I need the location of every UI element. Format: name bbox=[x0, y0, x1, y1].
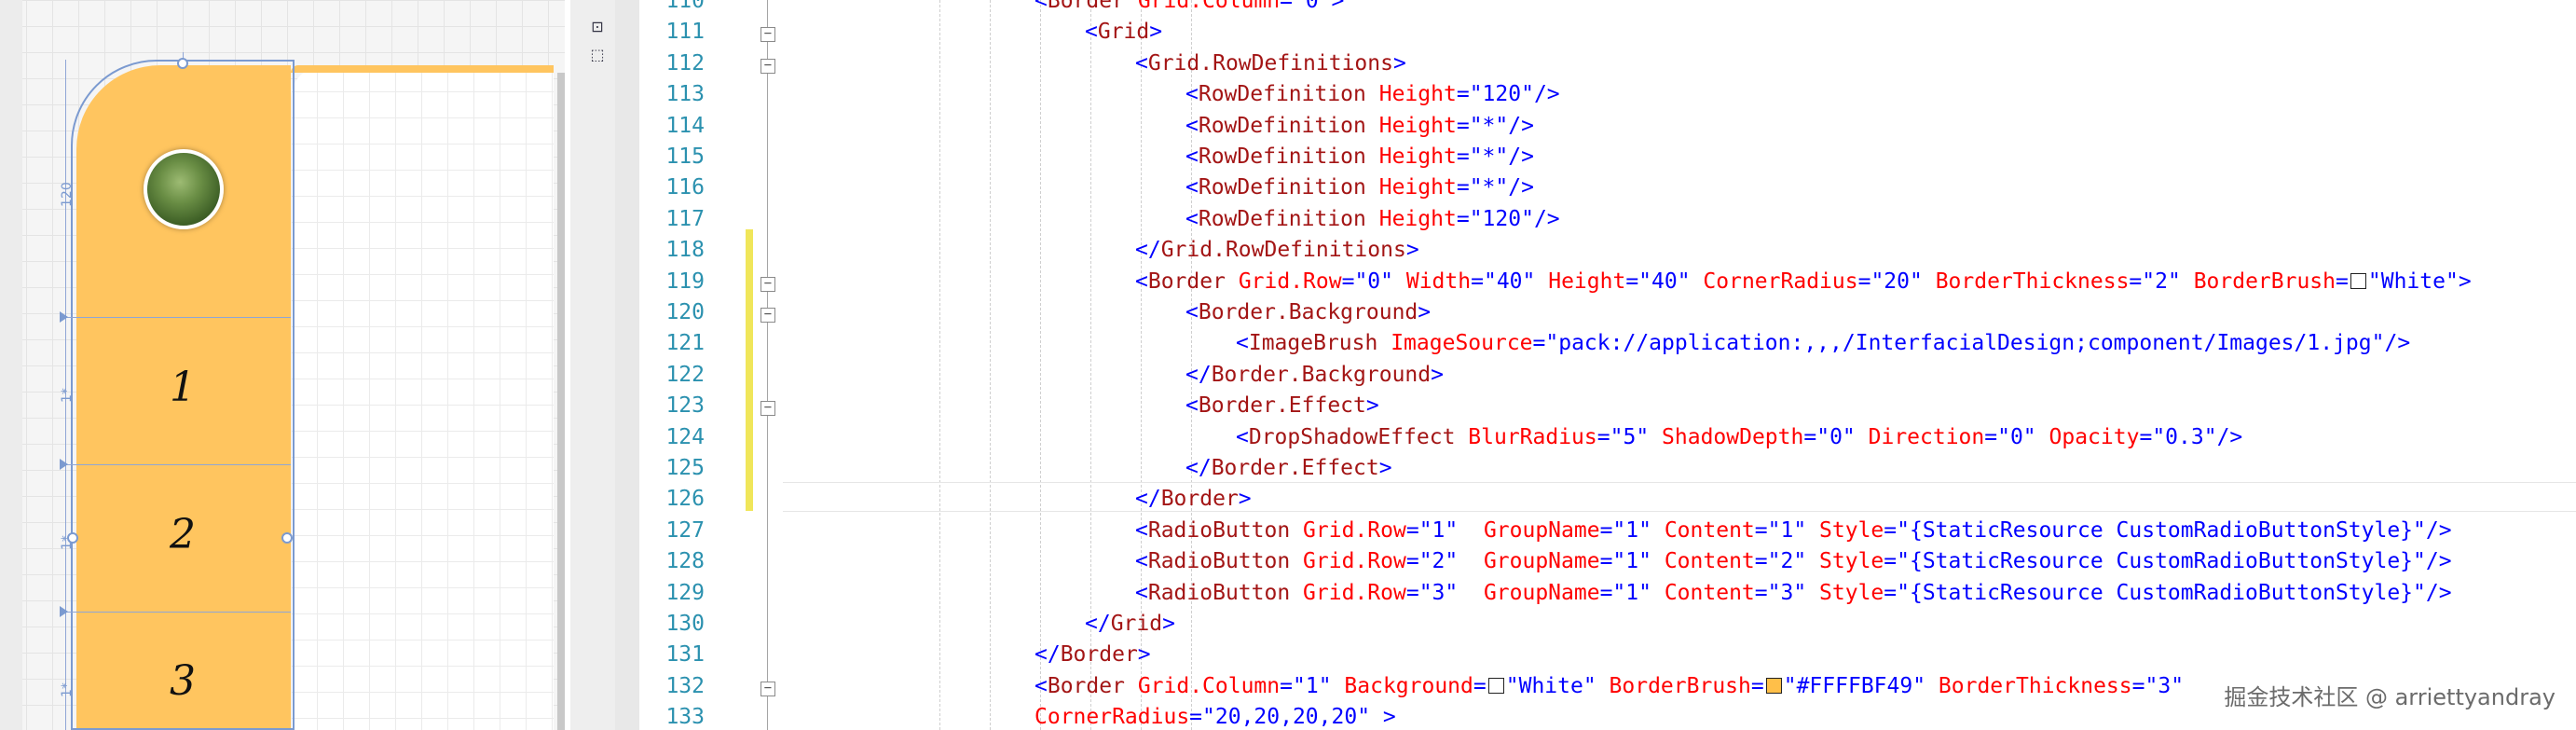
code-line[interactable]: <Grid.RowDefinitions> bbox=[1135, 51, 1406, 76]
code-line[interactable]: <Border Grid.Column="0"> bbox=[1035, 0, 1344, 13]
content-column-top-border bbox=[291, 65, 554, 73]
collapse-toggle-icon[interactable]: − bbox=[760, 401, 775, 417]
line-number: 112 bbox=[665, 50, 705, 76]
line-number: 117 bbox=[665, 206, 705, 231]
code-line[interactable]: </Grid> bbox=[1085, 612, 1175, 636]
line-number: 121 bbox=[665, 331, 705, 356]
designer-toolstrip bbox=[570, 0, 616, 730]
line-number: 130 bbox=[665, 612, 705, 636]
line-number: 133 bbox=[665, 705, 705, 730]
line-number: 114 bbox=[665, 113, 705, 138]
row-marker[interactable] bbox=[60, 606, 68, 617]
code-line[interactable]: <RowDefinition Height="*"/> bbox=[1185, 175, 1534, 200]
code-line[interactable]: <RadioButton Grid.Row="1" GroupName="1" … bbox=[1135, 518, 2452, 543]
xaml-designer-pane[interactable]: 1 2 3 120 1* 1* 1* bbox=[0, 0, 565, 730]
collapse-toggle-icon[interactable]: − bbox=[760, 308, 775, 323]
code-line[interactable]: CornerRadius="20,20,20,20" > bbox=[1035, 705, 1396, 729]
line-number: 116 bbox=[665, 175, 705, 200]
code-line[interactable]: <ImageBrush ImageSource="pack://applicat… bbox=[1236, 331, 2410, 355]
code-line[interactable]: </Border> bbox=[1135, 487, 1252, 511]
line-number: 128 bbox=[665, 549, 705, 574]
row-marker[interactable] bbox=[60, 459, 68, 470]
row-height-label: 1* bbox=[60, 388, 75, 403]
code-line[interactable]: <Border Grid.Column="1" Background= "Whit… bbox=[1035, 674, 2184, 698]
resize-handle-right[interactable] bbox=[281, 532, 293, 544]
content-column-border[interactable] bbox=[291, 65, 554, 730]
line-number: 119 bbox=[665, 269, 705, 294]
code-line[interactable]: <Border.Background> bbox=[1185, 300, 1431, 324]
code-line[interactable]: <Border Grid.Row="0" Width="40" Height="… bbox=[1135, 269, 2472, 294]
pan-icon[interactable]: ⬚ bbox=[589, 47, 606, 63]
line-number: 118 bbox=[665, 238, 705, 263]
designer-left-margin bbox=[0, 0, 22, 730]
pane-splitter[interactable] bbox=[615, 0, 639, 730]
code-line[interactable]: <Grid> bbox=[1085, 20, 1162, 44]
code-line[interactable]: </Grid.RowDefinitions> bbox=[1135, 238, 1419, 262]
collapse-toggle-icon[interactable]: − bbox=[760, 58, 775, 74]
collapse-toggle-icon[interactable]: − bbox=[760, 27, 775, 43]
line-number: 120 bbox=[665, 300, 705, 324]
designer-vertical-scrollbar[interactable] bbox=[557, 73, 565, 730]
current-line-highlight bbox=[783, 482, 2576, 512]
code-line[interactable]: </Border.Effect> bbox=[1185, 456, 1392, 480]
line-number: 131 bbox=[665, 642, 705, 668]
row-divider bbox=[63, 317, 291, 318]
line-number: 111 bbox=[665, 20, 705, 45]
indent-guide bbox=[939, 0, 940, 730]
code-line[interactable]: <DropShadowEffect BlurRadius="5" ShadowD… bbox=[1236, 425, 2242, 449]
row-height-label: 120 bbox=[60, 182, 75, 207]
collapse-toggle-icon[interactable]: − bbox=[760, 276, 775, 292]
row-height-label: 1* bbox=[60, 535, 75, 550]
indent-guide bbox=[1040, 0, 1041, 730]
indent-guide bbox=[990, 0, 991, 730]
line-number: 124 bbox=[665, 424, 705, 449]
line-number: 127 bbox=[665, 517, 705, 543]
code-line[interactable]: <RadioButton Grid.Row="3" GroupName="1" … bbox=[1135, 581, 2452, 605]
zoom-fit-icon[interactable]: ⊡ bbox=[589, 19, 606, 35]
row-divider bbox=[63, 464, 291, 465]
row-divider bbox=[63, 612, 291, 613]
line-number: 110 bbox=[665, 0, 705, 13]
line-number: 122 bbox=[665, 362, 705, 387]
outline-fold-rail bbox=[767, 0, 768, 730]
code-line[interactable]: <RowDefinition Height="*"/> bbox=[1185, 114, 1534, 138]
change-indicator-bar bbox=[746, 229, 753, 511]
code-line[interactable]: <Border.Effect> bbox=[1185, 393, 1379, 418]
resize-handle-top[interactable] bbox=[177, 58, 188, 69]
watermark: 掘金技术社区 @ arriettyandray bbox=[2224, 684, 2555, 710]
line-number: 115 bbox=[665, 145, 705, 169]
collapse-toggle-icon[interactable]: − bbox=[760, 681, 775, 696]
row-height-label: 1* bbox=[60, 682, 75, 697]
code-line[interactable]: <RowDefinition Height="120"/> bbox=[1185, 82, 1560, 106]
line-number: 129 bbox=[665, 580, 705, 605]
line-number: 126 bbox=[665, 487, 705, 512]
selection-outline bbox=[71, 60, 295, 730]
line-number: 113 bbox=[665, 82, 705, 107]
line-number: 132 bbox=[665, 673, 705, 698]
row-marker[interactable] bbox=[60, 311, 68, 323]
code-line[interactable]: </Border.Background> bbox=[1185, 363, 1444, 387]
code-line[interactable]: <RowDefinition Height="*"/> bbox=[1185, 145, 1534, 169]
code-line[interactable]: </Border> bbox=[1035, 642, 1151, 667]
code-line[interactable]: <RadioButton Grid.Row="2" GroupName="1" … bbox=[1135, 549, 2452, 573]
xaml-code-editor[interactable] bbox=[639, 0, 2576, 730]
line-number: 123 bbox=[665, 393, 705, 419]
line-number: 125 bbox=[665, 456, 705, 480]
code-line[interactable]: <RowDefinition Height="120"/> bbox=[1185, 207, 1560, 231]
